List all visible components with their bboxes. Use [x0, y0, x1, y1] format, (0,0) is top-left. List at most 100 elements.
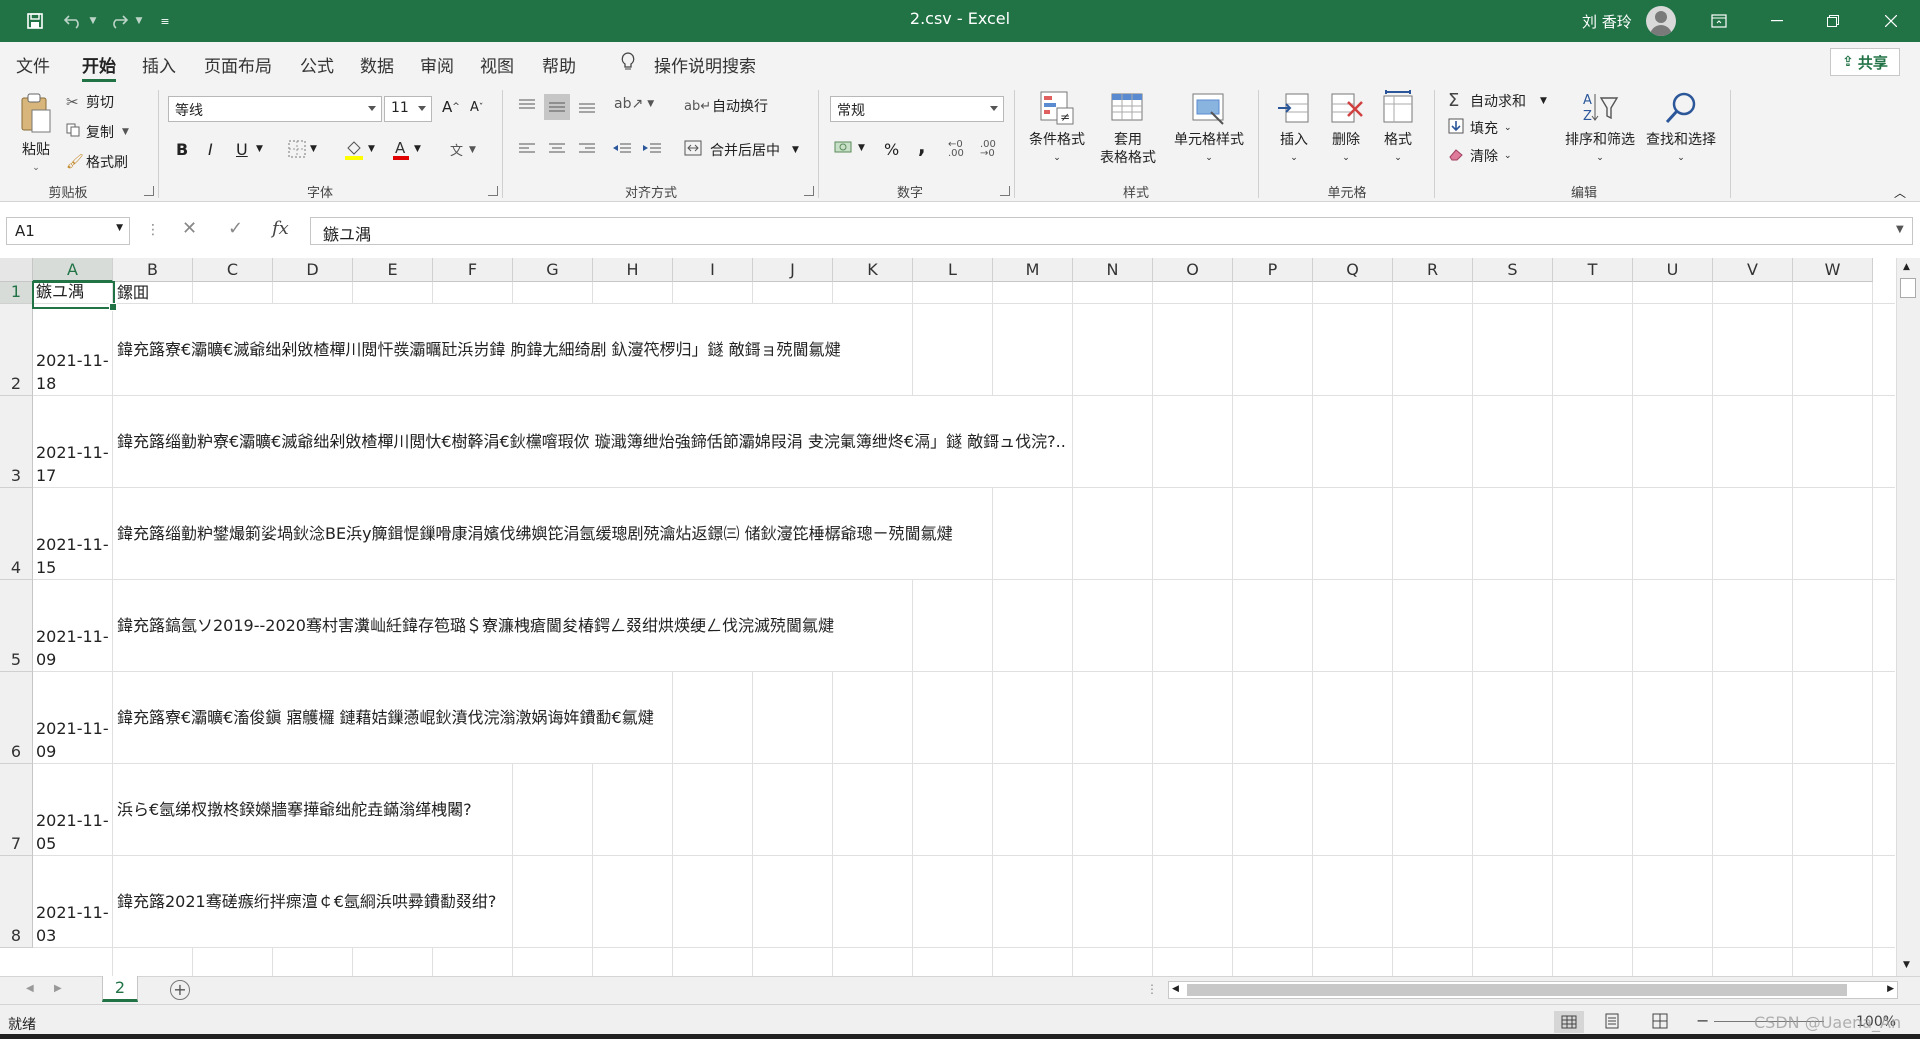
column-header-k[interactable]: K [833, 258, 913, 282]
currency-icon[interactable]: ▼ [834, 140, 865, 156]
column-header-h[interactable]: H [593, 258, 673, 282]
font-color-icon[interactable]: A ▼ [392, 138, 421, 160]
format-cells-button[interactable]: 格式 ⌄ [1372, 90, 1424, 167]
percent-button[interactable]: % [884, 140, 899, 159]
minimize-icon[interactable] [1754, 0, 1800, 42]
increase-decimal-icon[interactable]: ←0.00 [948, 140, 964, 159]
split-handle-icon[interactable]: ⋮ [1146, 982, 1158, 996]
bold-button[interactable]: B [176, 140, 188, 159]
column-header-j[interactable]: J [753, 258, 833, 282]
restore-icon[interactable] [1810, 0, 1856, 42]
fill-button[interactable]: 填充 ⌄ [1448, 118, 1512, 138]
underline-dropdown-icon[interactable]: ▼ [256, 144, 263, 154]
column-header-f[interactable]: F [433, 258, 513, 282]
paste-button[interactable]: 粘贴 ⌄ [14, 92, 58, 177]
cell-b4[interactable]: 鍏充簬缁勭粐鐢熶箣娑堝鈥淰BE浜у簲鍓惿鏁嗗康涓嬪伐绋嬩笓涓氬缓璁剧殑瀹炶返鐛㈢… [114, 488, 956, 579]
tab-formulas[interactable]: 公式 [300, 52, 334, 77]
scroll-right-icon[interactable]: ▶ [1887, 984, 1894, 994]
column-header-n[interactable]: N [1073, 258, 1153, 282]
tab-data[interactable]: 数据 [360, 52, 394, 77]
underline-button[interactable]: U [236, 140, 248, 159]
scroll-left-icon[interactable]: ◀ [1172, 984, 1179, 994]
italic-button[interactable]: I [208, 140, 213, 159]
tab-review[interactable]: 审阅 [420, 52, 454, 77]
comma-button[interactable]: , [918, 134, 926, 158]
phonetic-icon[interactable]: 文 ▼ [450, 140, 476, 159]
autosum-button[interactable]: Σ 自动求和 ▼ [1448, 90, 1547, 111]
column-header-q[interactable]: Q [1313, 258, 1393, 282]
tab-file[interactable]: 文件 [16, 52, 50, 77]
lightbulb-icon[interactable] [620, 52, 636, 77]
scroll-down-icon[interactable]: ▼ [1903, 960, 1910, 970]
cell-styles-button[interactable]: 单元格样式 ⌄ [1166, 90, 1252, 167]
cell-a8[interactable]: 2021-11- 03 [33, 856, 113, 947]
align-top-icon[interactable] [518, 98, 536, 114]
ribbon-display-icon[interactable] [1696, 0, 1742, 42]
scroll-thumb[interactable] [1900, 278, 1916, 298]
cell-b6[interactable]: 鍏充簬寮€灞曠€滀俊鎭 寤鸌欏 鏈藉姞鏁懣崐鈥濆伐浣滃潡娲诲姩鐨勫€氱煡 [114, 672, 657, 763]
cell-a7[interactable]: 2021-11- 05 [33, 764, 113, 855]
cell-a4[interactable]: 2021-11- 15 [33, 488, 113, 579]
decrease-decimal-icon[interactable]: .00 →0 [980, 140, 996, 159]
column-header-r[interactable]: R [1393, 258, 1473, 282]
normal-view-icon[interactable] [1554, 1011, 1584, 1033]
insert-cells-button[interactable]: 插入 ⌄ [1268, 90, 1320, 167]
row-header-7[interactable]: 7 [0, 764, 33, 856]
tab-page-layout[interactable]: 页面布局 [204, 52, 272, 77]
row-header-5[interactable]: 5 [0, 580, 33, 672]
horizontal-scrollbar[interactable]: ◀ ▶ [1168, 981, 1898, 999]
collapse-ribbon-icon[interactable]: ︿ [1894, 184, 1906, 201]
sort-filter-button[interactable]: AZ 排序和筛选 ⌄ [1562, 90, 1638, 167]
copy-dropdown-icon[interactable]: ▼ [122, 127, 129, 137]
page-break-view-icon[interactable] [1652, 1013, 1668, 1033]
tell-me-search[interactable]: 操作说明搜索 [654, 52, 756, 77]
align-center-icon[interactable] [548, 142, 566, 156]
worksheet-grid[interactable]: ▲ ▼ A B C D E F G H I J K L M N O P Q R S T U V W 1 鏃ユ湡 鏍囬 2 2021-1… [0, 258, 1920, 976]
clipboard-launcher-icon[interactable] [144, 186, 154, 196]
copy-button[interactable]: 复制 ▼ [66, 120, 129, 144]
cancel-icon[interactable]: ✕ [182, 218, 197, 239]
find-select-button[interactable]: 查找和选择 ⌄ [1640, 90, 1722, 167]
sheet-tab-2[interactable]: 2 [102, 976, 138, 1002]
increase-indent-icon[interactable] [642, 142, 662, 156]
row-header-3[interactable]: 3 [0, 396, 33, 488]
more-icon[interactable]: ⋮ [146, 222, 160, 238]
row-header-1[interactable]: 1 [0, 282, 33, 304]
add-sheet-icon[interactable]: + [170, 980, 190, 1000]
vertical-scrollbar[interactable]: ▲ ▼ [1896, 258, 1920, 976]
share-button[interactable]: ⇪ 共享 [1830, 48, 1900, 76]
row-header-8[interactable]: 8 [0, 856, 33, 948]
font-launcher-icon[interactable] [488, 186, 498, 196]
align-bottom-icon[interactable] [578, 98, 596, 114]
row-header-2[interactable]: 2 [0, 304, 33, 396]
cell-a3[interactable]: 2021-11- 17 [33, 396, 113, 487]
zoom-out-icon[interactable]: − [1696, 1011, 1709, 1030]
select-all-corner[interactable] [0, 258, 33, 282]
tab-insert[interactable]: 插入 [142, 52, 176, 77]
increase-font-icon[interactable]: A ^ [442, 98, 460, 116]
format-painter-button[interactable]: 🖌 格式刷 [66, 150, 128, 174]
alignment-launcher-icon[interactable] [804, 186, 814, 196]
enter-icon[interactable]: ✓ [228, 218, 243, 239]
decrease-font-icon[interactable]: Aˇ [470, 100, 483, 115]
chevron-down-icon[interactable]: ▼ [116, 223, 123, 233]
cell-b7[interactable]: 浜ら€氬绨杈撴柊鍨嬫牆搴撶爺绌舵垚鏋滃缂栧闂? [114, 764, 475, 855]
row-header-6[interactable]: 6 [0, 672, 33, 764]
decrease-indent-icon[interactable] [612, 142, 632, 156]
prev-sheet-icon[interactable]: ◀ [26, 983, 34, 994]
fill-dropdown-icon[interactable]: ⌄ [1504, 123, 1512, 133]
column-header-m[interactable]: M [993, 258, 1073, 282]
align-left-icon[interactable] [518, 142, 536, 156]
horizontal-scroll-thumb[interactable] [1187, 984, 1847, 996]
orientation-icon[interactable]: ab↗ ▼ [614, 96, 654, 112]
column-header-i[interactable]: I [673, 258, 753, 282]
cell-b8[interactable]: 鍏充簬2021骞磋瘯绗拌瘝澶￠€氬綗浜哄彛鐨勫叕绀? [114, 856, 500, 947]
user-name[interactable]: 刘 香玲 [1582, 11, 1632, 32]
column-header-u[interactable]: U [1633, 258, 1713, 282]
tab-help[interactable]: 帮助 [542, 52, 576, 77]
autosum-dropdown-icon[interactable]: ▼ [1540, 96, 1547, 106]
clear-dropdown-icon[interactable]: ⌄ [1504, 151, 1512, 161]
column-header-p[interactable]: P [1233, 258, 1313, 282]
column-header-l[interactable]: L [913, 258, 993, 282]
borders-icon[interactable]: ▼ [288, 140, 317, 158]
